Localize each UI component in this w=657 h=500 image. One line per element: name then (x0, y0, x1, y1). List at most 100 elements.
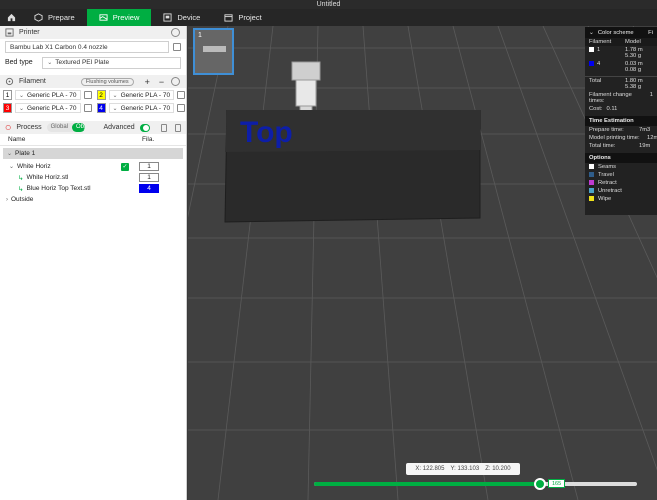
filament-box[interactable]: 1 (139, 162, 159, 171)
part-row[interactable]: ↳ White Horiz.stl 1 (0, 172, 186, 183)
option-label: Seams (598, 164, 617, 170)
add-filament-button[interactable]: + (145, 77, 150, 87)
object-name: White Horiz (17, 163, 51, 170)
object-row[interactable]: › Outside (0, 194, 186, 205)
printer-settings-icon[interactable] (171, 28, 180, 37)
filament-settings-icon[interactable] (171, 77, 180, 86)
object-list-header: Name Fila. (0, 134, 186, 146)
change-times-label: Filament change times: (589, 92, 632, 104)
legend-header[interactable]: ⌄ Color scheme Fi (585, 27, 657, 38)
filament-item[interactable]: 3 ⌄ Generic PLA - 70 (3, 103, 92, 113)
option-swatch (589, 164, 594, 169)
slider-handle[interactable] (534, 478, 546, 490)
slider-fill (314, 482, 540, 486)
tab-preview-label: Preview (112, 13, 140, 22)
z-label: Z: (485, 466, 491, 472)
option-row[interactable]: Travel (585, 171, 657, 179)
part-icon: ↳ (18, 185, 24, 193)
tab-prepare[interactable]: Prepare (22, 9, 87, 26)
total-time-label: Total time: (589, 143, 616, 149)
advanced-switch[interactable] (139, 123, 150, 132)
legend-title: Color scheme (597, 29, 634, 36)
chevron-down-icon: ⌄ (112, 92, 118, 99)
home-button[interactable] (0, 9, 22, 26)
option-row[interactable]: Unretract (585, 187, 657, 195)
window-title: Untitled (0, 0, 657, 9)
filament-name[interactable]: ⌄ Generic PLA - 70 (15, 90, 81, 100)
edit-filament-icon[interactable] (83, 104, 92, 112)
y-value: 133.103 (457, 466, 480, 472)
save-preset-icon[interactable] (174, 123, 181, 132)
model-top-text: Top (240, 116, 293, 149)
printed-model: Top (224, 110, 481, 223)
object-row[interactable]: ⌄ White Horiz ✓ 1 (0, 161, 186, 172)
printer-row: Bambu Lab X1 Carbon 0.4 nozzle (0, 39, 186, 55)
part-row[interactable]: ↳ Blue Horiz Top Text.stl 4 (0, 183, 186, 194)
option-label: Unretract (598, 188, 622, 194)
advanced-label: Advanced (103, 124, 135, 131)
prepare-time-label: Prepare time: (589, 127, 624, 133)
printer-select[interactable]: Bambu Lab X1 Carbon 0.4 nozzle (5, 41, 170, 53)
col-name: Name (8, 136, 26, 143)
filament-number-badge: 1 (3, 90, 12, 100)
filament-name-text: Generic PLA - 70 (27, 91, 77, 99)
chevron-down-icon: ⌄ (7, 151, 13, 157)
legend-filament-num: 4 (597, 61, 601, 67)
part-name: Blue Horiz Top Text.stl (26, 185, 91, 192)
process-section-label: Process (16, 124, 42, 131)
color-swatch (589, 61, 594, 66)
slider-value: 165 (548, 479, 566, 488)
change-times-row: Filament change times: 1 (585, 91, 657, 105)
compare-icon[interactable] (160, 123, 167, 132)
legend-row: 1 1.78 m 5.30 g (585, 46, 657, 60)
flushing-volumes-button[interactable]: Flushing volumes (80, 77, 134, 86)
chevron-down-icon: ⌄ (47, 60, 53, 66)
edit-filament-icon[interactable] (177, 91, 186, 99)
layer-slider[interactable]: 165 (314, 478, 637, 490)
global-toggle[interactable]: Global (47, 123, 72, 132)
filament-item[interactable]: 2 ⌄ Generic PLA - 70 (96, 90, 186, 100)
option-row[interactable]: Wipe (585, 195, 657, 203)
coordinate-readout: X: 122.805 Y: 133.103 Z: 10.200 (406, 463, 520, 475)
bed-type-label: Bed type (5, 59, 33, 66)
y-label: Y: (450, 466, 456, 472)
legend-row: 4 0.03 m 0.08 g (585, 60, 657, 74)
filament-name[interactable]: ⌄ Generic PLA - 70 (108, 103, 175, 113)
edit-printer-icon[interactable] (173, 43, 181, 51)
total-time-row: Total time: 19m (585, 142, 657, 150)
filament-name[interactable]: ⌄ Generic PLA - 70 (108, 90, 175, 100)
printer-section-header: Printer (0, 26, 186, 39)
bed-type-select[interactable]: ⌄ Textured PEI Plate (42, 56, 181, 69)
filament-box[interactable]: 4 (139, 184, 159, 193)
option-swatch (589, 180, 594, 185)
tab-device[interactable]: Device (151, 9, 212, 26)
option-row[interactable]: Retract (585, 179, 657, 187)
option-row[interactable]: Seams (585, 163, 657, 171)
cube-icon (34, 13, 43, 22)
objects-toggle[interactable]: Objects (71, 123, 85, 132)
filament-name[interactable]: ⌄ Generic PLA - 70 (15, 103, 81, 113)
tab-project[interactable]: Project (212, 9, 273, 26)
x-label: X: (415, 466, 422, 472)
edit-filament-icon[interactable] (83, 91, 92, 99)
tab-preview[interactable]: Preview (86, 9, 152, 26)
top-tab-bar: Prepare Preview Device Project (0, 9, 657, 26)
check-icon[interactable]: ✓ (121, 162, 129, 171)
bed-type-value: Textured PEI Plate (55, 59, 110, 66)
option-label: Wipe (598, 196, 612, 202)
tab-project-label: Project (238, 13, 262, 22)
filament-name-text: Generic PLA - 70 (120, 104, 171, 112)
home-icon (7, 13, 15, 22)
edit-filament-icon[interactable] (177, 104, 186, 112)
plate-row[interactable]: ⌄ Plate 1 (3, 148, 183, 159)
process-scope-toggle[interactable]: Global Objects (46, 123, 85, 132)
chevron-down-icon: ⌄ (19, 105, 25, 112)
plate-thumbnail[interactable]: 1 (193, 28, 234, 75)
filament-item[interactable]: 1 ⌄ Generic PLA - 70 (3, 90, 92, 100)
filament-box[interactable]: 1 (139, 173, 159, 182)
remove-filament-button[interactable]: − (159, 77, 164, 87)
filament-item[interactable]: 4 ⌄ Generic PLA - 70 (96, 103, 186, 113)
tab-prepare-label: Prepare (48, 13, 75, 22)
time-estimation-header: Time Estimation (585, 116, 657, 126)
process-section-header: Process Global Objects Advanced (0, 121, 186, 134)
